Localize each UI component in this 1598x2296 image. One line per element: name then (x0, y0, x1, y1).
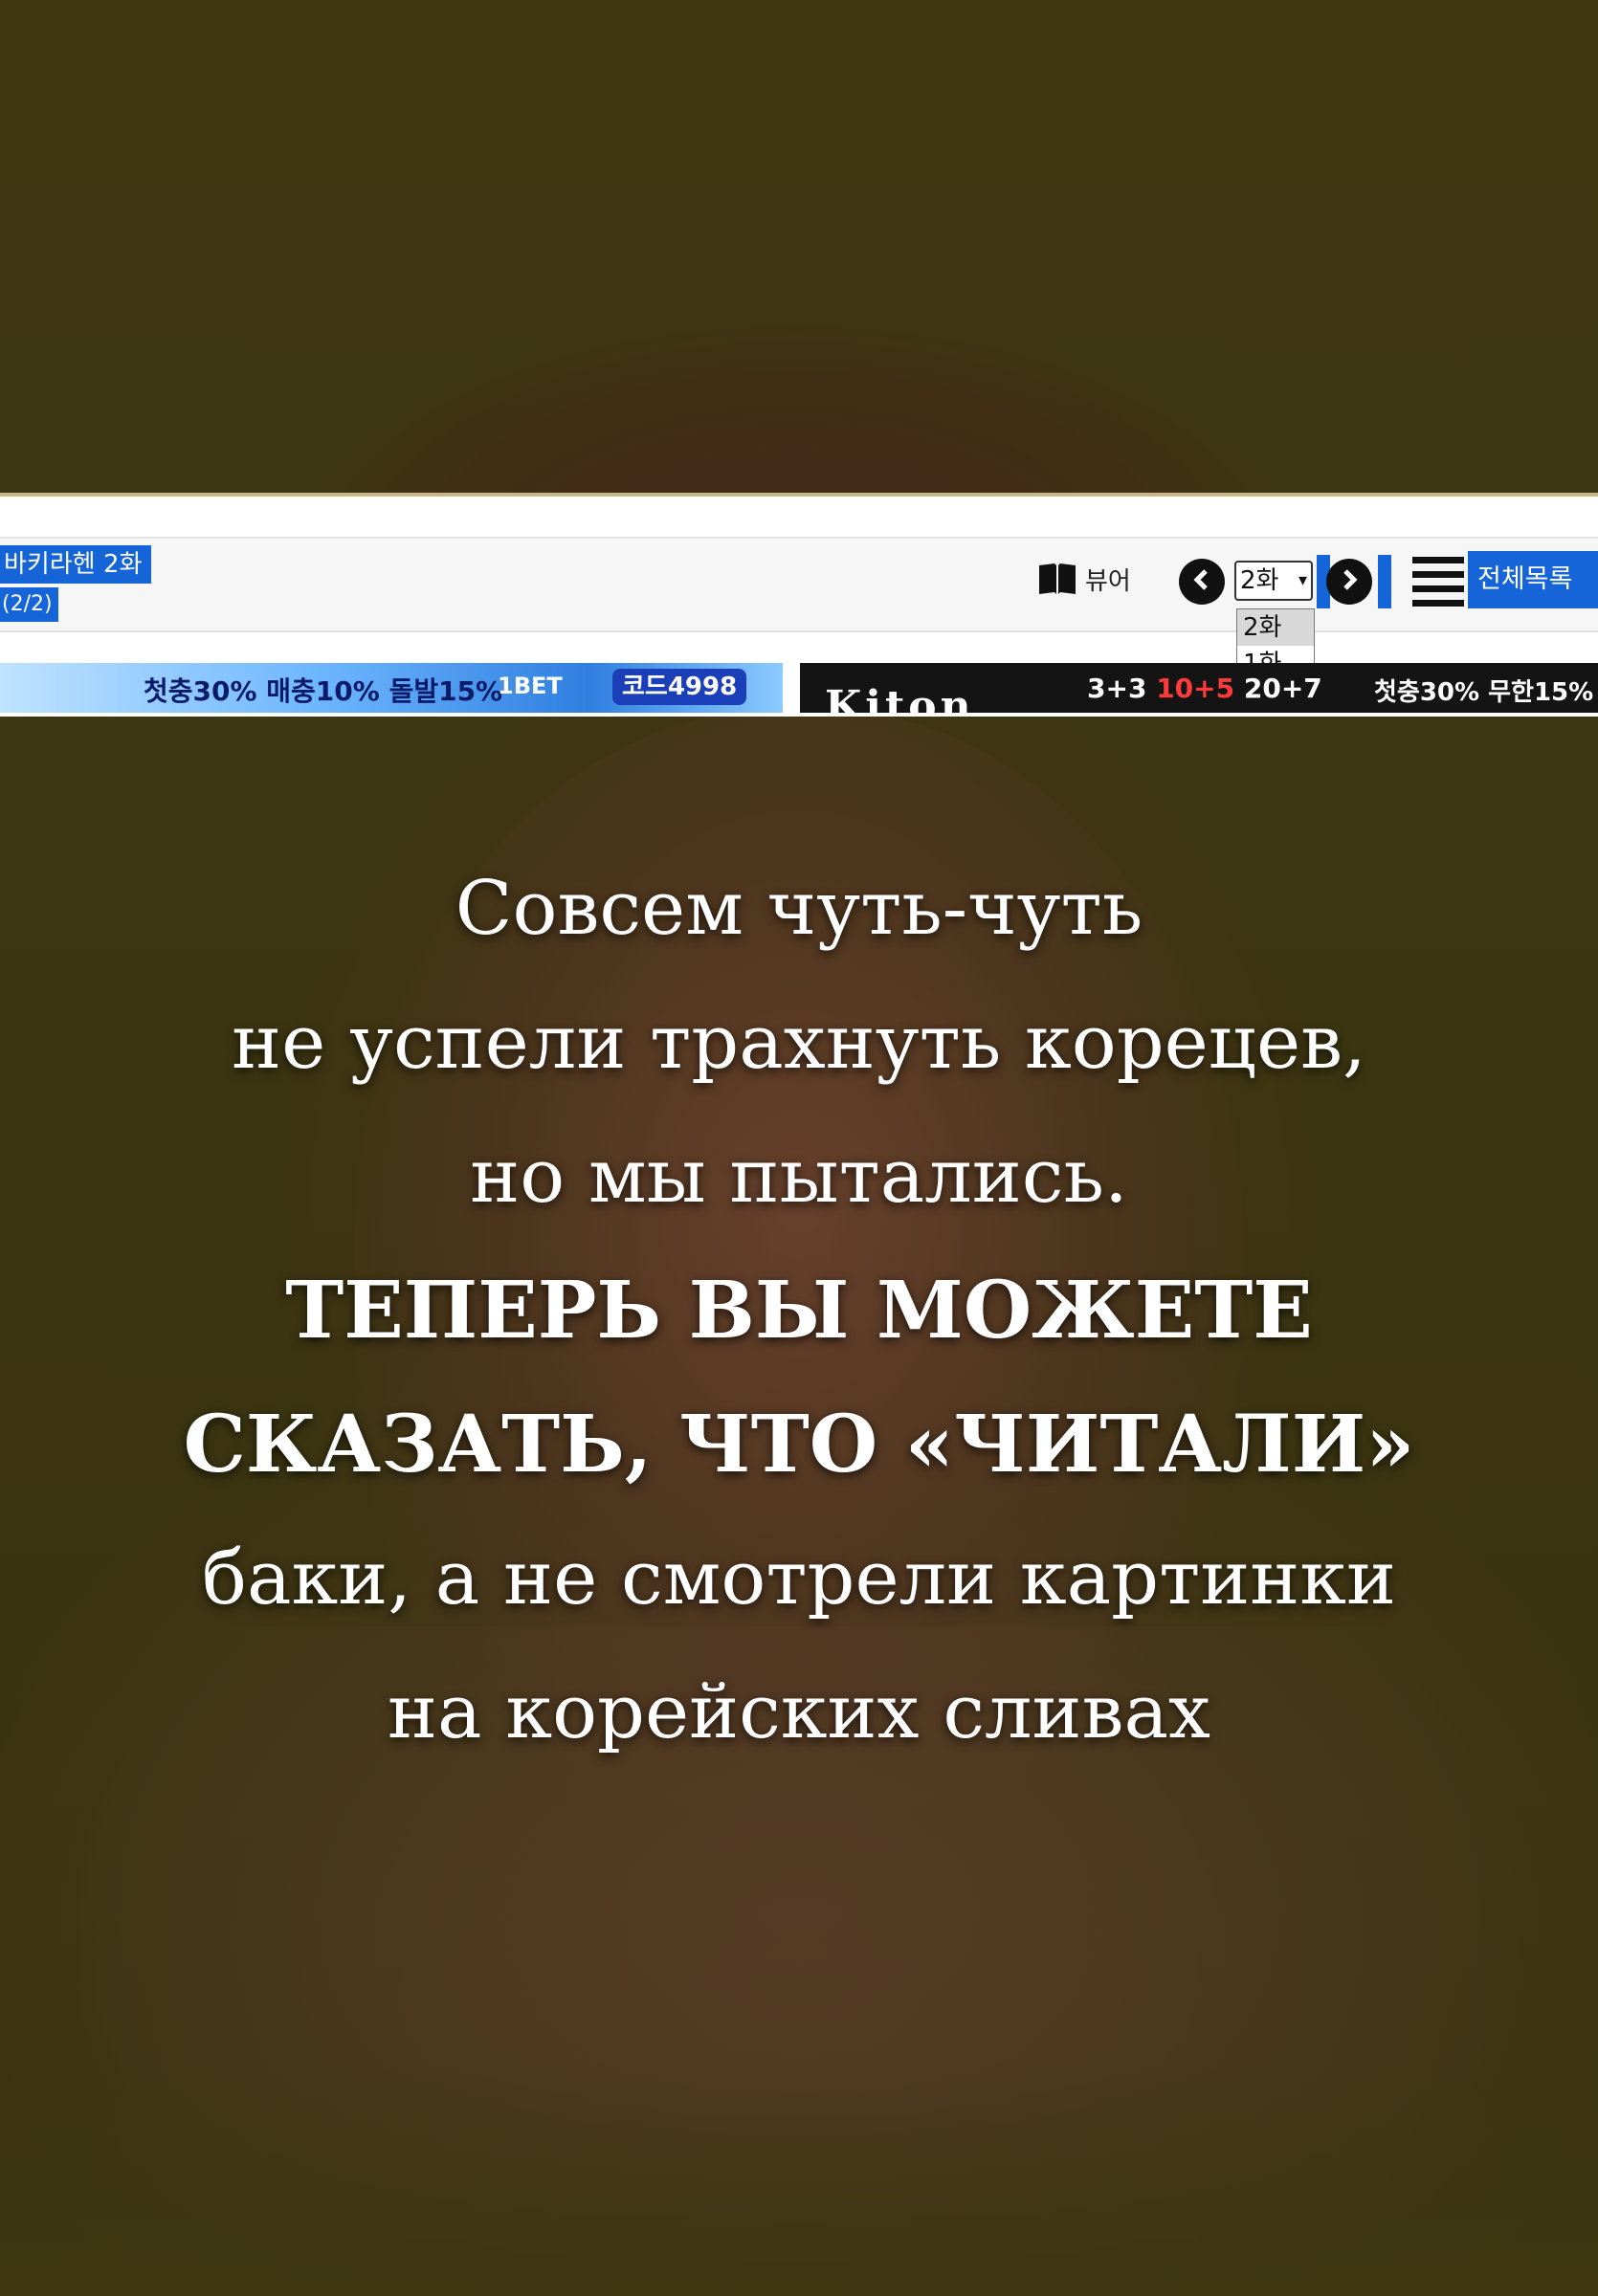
book-icon (1037, 562, 1077, 596)
caption-line: Совсем чуть-чуть (455, 866, 1143, 952)
page-indicator: (2/2) (0, 587, 58, 622)
episode-select[interactable]: 2화 ▾ (1234, 561, 1313, 601)
ad-brand: 1BET (498, 673, 563, 699)
ad-promo: 3+3 10+5 20+7 (1087, 673, 1322, 704)
ad-offer: 첫충30% 무한15% (1374, 678, 1594, 707)
bottom-shade (0, 2057, 1598, 2296)
caption-line: ТЕПЕРЬ ВЫ МОЖЕТЕ (285, 1265, 1313, 1357)
ad-code-badge: 코드4998 (612, 669, 747, 705)
ad-banner-left[interactable]: 첫충30% 매충10% 돌발15% 1BET 코드4998 (0, 663, 783, 713)
caption-line: на корейских сливах (388, 1669, 1210, 1755)
chevron-left-icon (1190, 568, 1213, 595)
episode-select-value: 2화 (1240, 566, 1279, 595)
previous-episode-button[interactable] (1179, 559, 1225, 605)
ad-banner-right[interactable]: Kiton 3+3 10+5 20+7 첫충30% 무한15% (800, 663, 1598, 713)
caption: Совсем чуть-чуть не успели трахнуть коре… (57, 842, 1541, 1779)
chevron-right-icon (1338, 568, 1361, 595)
full-list-button[interactable]: 전체목록 (1468, 551, 1598, 608)
ad-logo: Kiton (825, 682, 975, 713)
chevron-down-icon: ▾ (1298, 570, 1307, 590)
chapter-title: 바키라헨 2화 (0, 545, 152, 584)
ad-promo-item: 20+7 (1243, 673, 1322, 704)
caption-line: СКАЗАТЬ, ЧТО «ЧИТАЛИ» (183, 1399, 1415, 1490)
ad-promo-item: 10+5 (1156, 673, 1235, 704)
list-icon[interactable] (1412, 557, 1464, 607)
accent-bar (1378, 555, 1391, 608)
ad-promo-item: 3+3 (1087, 673, 1147, 704)
ad-banner-left-text: 첫충30% 매충10% 돌발15% (144, 675, 503, 707)
viewer-label: 뷰어 (1085, 566, 1131, 596)
caption-line: но мы пытались. (470, 1134, 1128, 1220)
episode-option[interactable]: 2화 (1237, 609, 1314, 646)
next-episode-button[interactable] (1326, 559, 1372, 605)
viewer-button[interactable]: 뷰어 (1037, 555, 1131, 603)
caption-line: баки, а не смотрели картинки (202, 1535, 1396, 1622)
caption-line: не успели трахнуть корецев, (232, 1000, 1366, 1086)
